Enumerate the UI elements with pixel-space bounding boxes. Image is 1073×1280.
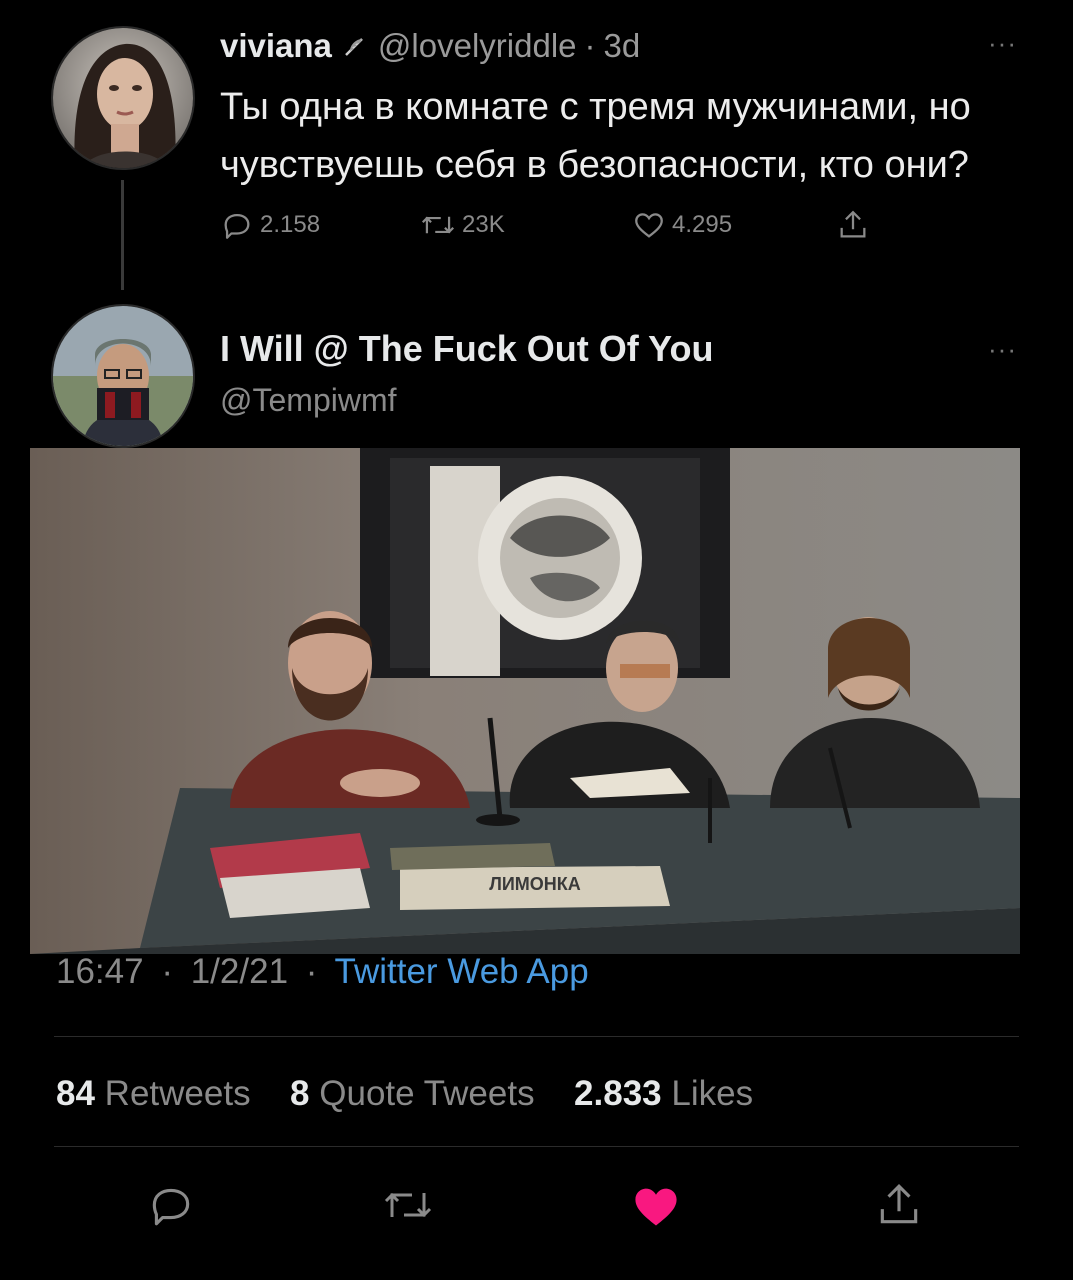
tweet2-action-bar bbox=[0, 1166, 1073, 1246]
tweet-thread-page: viviana @lovelyriddle · 3d ··· Ты одна в… bbox=[0, 0, 1073, 1280]
tweet2-media-photo[interactable]: ЛИМОНКА bbox=[30, 448, 1020, 954]
quotes-count: 8 bbox=[290, 1074, 310, 1113]
likes-label: Likes bbox=[671, 1074, 754, 1113]
share-icon bbox=[840, 210, 866, 238]
tweet1-header: viviana @lovelyriddle · 3d bbox=[220, 24, 640, 68]
reply-icon bbox=[224, 213, 250, 239]
tweet1-separator: · bbox=[584, 27, 596, 64]
tweet2-author-name[interactable]: I Will @ The Fuck Out Of You bbox=[220, 328, 713, 370]
tweet2-share-button[interactable] bbox=[874, 1180, 924, 1235]
tweet2-stats: 84 Retweets 8 Quote Tweets 2.833 Likes bbox=[56, 1074, 753, 1114]
retweet-icon bbox=[421, 216, 455, 234]
tweet1-like-button[interactable]: 4.295 bbox=[632, 208, 732, 242]
retweet-icon bbox=[384, 1192, 432, 1218]
tweet2-more-options-button[interactable]: ··· bbox=[988, 334, 1017, 365]
tweet2-meta-separator-2: · bbox=[305, 952, 318, 991]
quotes-label: Quote Tweets bbox=[319, 1074, 535, 1113]
share-icon bbox=[880, 1184, 918, 1224]
tweet2-like-button[interactable] bbox=[630, 1180, 682, 1237]
tweet1-more-options-button[interactable]: ··· bbox=[988, 28, 1017, 59]
tweet2-date[interactable]: 1/2/21 bbox=[191, 952, 288, 991]
tweet1-retweet-button[interactable]: 23K bbox=[420, 208, 505, 242]
tweet1-handle[interactable]: @lovelyriddle bbox=[378, 27, 577, 65]
tweet2-handle[interactable]: @Tempiwmf bbox=[220, 382, 397, 419]
tweet2-time[interactable]: 16:47 bbox=[56, 952, 144, 991]
quotes-stat[interactable]: 8 Quote Tweets bbox=[290, 1074, 544, 1113]
tweet2-meta: 16:47 · 1/2/21 · Twitter Web App bbox=[56, 952, 589, 992]
tweet1-reply-button[interactable]: 2.158 bbox=[220, 208, 320, 242]
tweet1-retweet-count: 23K bbox=[462, 211, 505, 238]
likes-count: 2.833 bbox=[574, 1074, 662, 1113]
tempiwmf-avatar[interactable] bbox=[51, 304, 195, 448]
retweets-label: Retweets bbox=[104, 1074, 251, 1113]
retweets-count: 84 bbox=[56, 1074, 95, 1113]
tweet1-share-button[interactable] bbox=[836, 208, 876, 242]
feather-emoji-icon bbox=[342, 33, 368, 59]
tweet2-reply-button[interactable] bbox=[146, 1180, 196, 1235]
divider-bottom bbox=[54, 1146, 1019, 1147]
tweet1-author-name[interactable]: viviana bbox=[220, 27, 332, 65]
divider-top bbox=[54, 1036, 1019, 1037]
tweet2-retweet-button[interactable] bbox=[382, 1180, 434, 1235]
tweet1-reply-count: 2.158 bbox=[260, 211, 321, 238]
newspaper-title-text: ЛИМОНКА bbox=[489, 874, 581, 894]
tweet2-source-app-link[interactable]: Twitter Web App bbox=[335, 952, 589, 991]
tweet2-meta-separator: · bbox=[161, 952, 173, 991]
tweet1-text: Ты одна в комнате с тремя мужчинами, но … bbox=[220, 86, 971, 186]
viviana-avatar[interactable] bbox=[51, 26, 195, 170]
tweet1-age[interactable]: 3d bbox=[604, 27, 641, 65]
thread-connector-line bbox=[121, 180, 124, 290]
likes-stat[interactable]: 2.833 Likes bbox=[574, 1074, 753, 1113]
retweets-stat[interactable]: 84 Retweets bbox=[56, 1074, 260, 1113]
heart-icon bbox=[635, 213, 663, 238]
heart-filled-icon bbox=[635, 1188, 677, 1226]
tweet1-actions: 2.158 23K 4.295 bbox=[220, 208, 920, 252]
tweet1-like-count: 4.295 bbox=[672, 211, 733, 238]
reply-icon bbox=[152, 1188, 190, 1226]
